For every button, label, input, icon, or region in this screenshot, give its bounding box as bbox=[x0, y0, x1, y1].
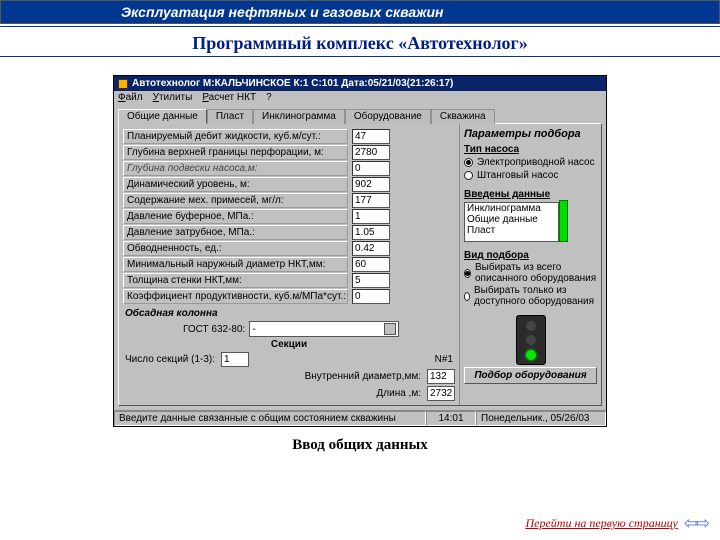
first-page-link[interactable]: Перейти на первую страницу bbox=[525, 516, 677, 531]
radio-pick-all[interactable]: Выбирать из всего описанного оборудовани… bbox=[464, 263, 597, 284]
right-column: Параметры подбора Тип насоса Электроприв… bbox=[459, 124, 601, 405]
label-prod: Коэффициент продуктивности, куб.м/МПа*су… bbox=[123, 289, 348, 304]
label-hangdepth: Глубина подвески насоса,м: bbox=[123, 161, 348, 176]
list-item[interactable]: Пласт bbox=[465, 225, 558, 236]
input-water[interactable]: 0.42 bbox=[352, 241, 390, 256]
len-label: Длина ,м: bbox=[375, 388, 424, 399]
input-id[interactable]: 132 bbox=[427, 369, 455, 384]
slide-title: Программный комплекс «Автотехнолог» bbox=[0, 27, 720, 56]
params-heading: Параметры подбора bbox=[464, 128, 597, 140]
tab-inclinogram[interactable]: Инклинограмма bbox=[253, 109, 345, 124]
label-solids: Содержание мех. примесей, мг/л: bbox=[123, 193, 348, 208]
light-red bbox=[526, 321, 536, 331]
tab-equipment[interactable]: Оборудование bbox=[345, 109, 431, 124]
window-title: Автотехнолог М:КАЛЬЧИНСКОЕ К:1 С:101 Дат… bbox=[132, 78, 453, 89]
divider bbox=[0, 56, 720, 57]
col-n-label: N#1 bbox=[433, 354, 455, 365]
select-equipment-button[interactable]: Подбор оборудования bbox=[464, 367, 597, 384]
tab-general[interactable]: Общие данные bbox=[118, 109, 207, 124]
menu-help[interactable]: ? bbox=[266, 92, 272, 103]
chevron-down-icon[interactable] bbox=[384, 323, 396, 335]
data-heading: Введены данные bbox=[464, 189, 597, 200]
left-column: Планируемый дебит жидкости, куб.м/сут.: 4… bbox=[119, 124, 459, 405]
label-nkt-wt: Толщина стенки НКТ,мм: bbox=[123, 273, 348, 288]
menu-file[interactable]: Файл bbox=[118, 92, 143, 103]
input-perf[interactable]: 2780 bbox=[352, 145, 390, 160]
input-solids[interactable]: 177 bbox=[352, 193, 390, 208]
tab-well[interactable]: Скважина bbox=[431, 109, 495, 124]
window-titlebar: Автотехнолог М:КАЛЬЧИНСКОЕ К:1 С:101 Дат… bbox=[114, 76, 606, 91]
menubar: Файл Утилиты Расчет НКТ ? bbox=[114, 91, 606, 104]
pick-heading: Вид подбора bbox=[464, 250, 597, 261]
input-pann[interactable]: 1.05 bbox=[352, 225, 390, 240]
pump-heading: Тип насоса bbox=[464, 144, 597, 155]
gost-combo[interactable]: - bbox=[249, 321, 399, 337]
light-yellow bbox=[526, 335, 536, 345]
statusbar: Введите данные связанные с общим состоян… bbox=[114, 410, 606, 426]
tab-panel: Планируемый дебит жидкости, куб.м/сут.: 4… bbox=[118, 123, 602, 406]
tabstrip: Общие данные Пласт Инклинограмма Оборудо… bbox=[118, 108, 602, 123]
status-msg: Введите данные связанные с общим состоян… bbox=[114, 411, 426, 426]
radio-icon bbox=[464, 269, 471, 278]
menu-calc[interactable]: Расчет НКТ bbox=[202, 92, 256, 103]
input-dynlvl[interactable]: 902 bbox=[352, 177, 390, 192]
app-icon bbox=[118, 79, 128, 89]
list-item[interactable]: Общие данные bbox=[465, 214, 558, 225]
label-pbuff: Давление буферное, МПа.: bbox=[123, 209, 348, 224]
radio-rod[interactable]: Штанговый насос bbox=[464, 170, 597, 181]
input-prod[interactable]: 0 bbox=[352, 289, 390, 304]
slide-category: Эксплуатация нефтяных и газовых скважин bbox=[0, 0, 720, 24]
traffic-light-icon bbox=[516, 315, 546, 365]
label-water: Обводненность, ед.: bbox=[123, 241, 348, 256]
radio-pick-avail[interactable]: Выбирать только из доступного оборудован… bbox=[464, 286, 597, 307]
gost-value: - bbox=[252, 324, 255, 335]
progress-bar bbox=[559, 200, 568, 242]
input-nsec[interactable]: 1 bbox=[221, 352, 249, 367]
casing-heading: Обсадная колонна bbox=[125, 308, 455, 319]
gost-label: ГОСТ 632-80: bbox=[183, 324, 245, 335]
slide-caption: Ввод общих данных bbox=[0, 437, 720, 454]
status-date: Понедельник., 05/26/03 bbox=[476, 411, 606, 426]
nsec-label: Число секций (1-3): bbox=[123, 354, 217, 365]
label-debit: Планируемый дебит жидкости, куб.м/сут.: bbox=[123, 129, 348, 144]
tab-reservoir[interactable]: Пласт bbox=[207, 109, 253, 124]
input-debit[interactable]: 47 bbox=[352, 129, 390, 144]
list-item[interactable]: Инклинограмма bbox=[465, 203, 558, 214]
radio-esp[interactable]: Электроприводной насос bbox=[464, 157, 597, 168]
input-hangdepth[interactable]: 0 bbox=[352, 161, 390, 176]
nav-arrows-icon[interactable]: ⇦⇨ bbox=[684, 513, 706, 534]
data-listbox[interactable]: Инклинограмма Общие данные Пласт bbox=[464, 202, 559, 242]
label-pann: Давление затрубное, МПа.: bbox=[123, 225, 348, 240]
radio-icon bbox=[464, 171, 473, 180]
app-window: Автотехнолог М:КАЛЬЧИНСКОЕ К:1 С:101 Дат… bbox=[113, 75, 607, 427]
menu-util[interactable]: Утилиты bbox=[153, 92, 193, 103]
label-dynlvl: Динамический уровень, м: bbox=[123, 177, 348, 192]
input-pbuff[interactable]: 1 bbox=[352, 209, 390, 224]
status-time: 14:01 bbox=[426, 411, 476, 426]
input-nkt-wt[interactable]: 5 bbox=[352, 273, 390, 288]
radio-icon bbox=[464, 292, 470, 301]
radio-icon bbox=[464, 158, 473, 167]
label-nkt-od: Минимальный наружный диаметр НКТ,мм: bbox=[123, 257, 348, 272]
sections-heading: Секции bbox=[123, 339, 455, 350]
id-label: Внутренний диаметр,мм: bbox=[303, 371, 423, 382]
input-nkt-od[interactable]: 60 bbox=[352, 257, 390, 272]
label-perf: Глубина верхней границы перфорации, м: bbox=[123, 145, 348, 160]
input-len[interactable]: 2732 bbox=[427, 386, 455, 401]
light-green bbox=[526, 350, 536, 360]
